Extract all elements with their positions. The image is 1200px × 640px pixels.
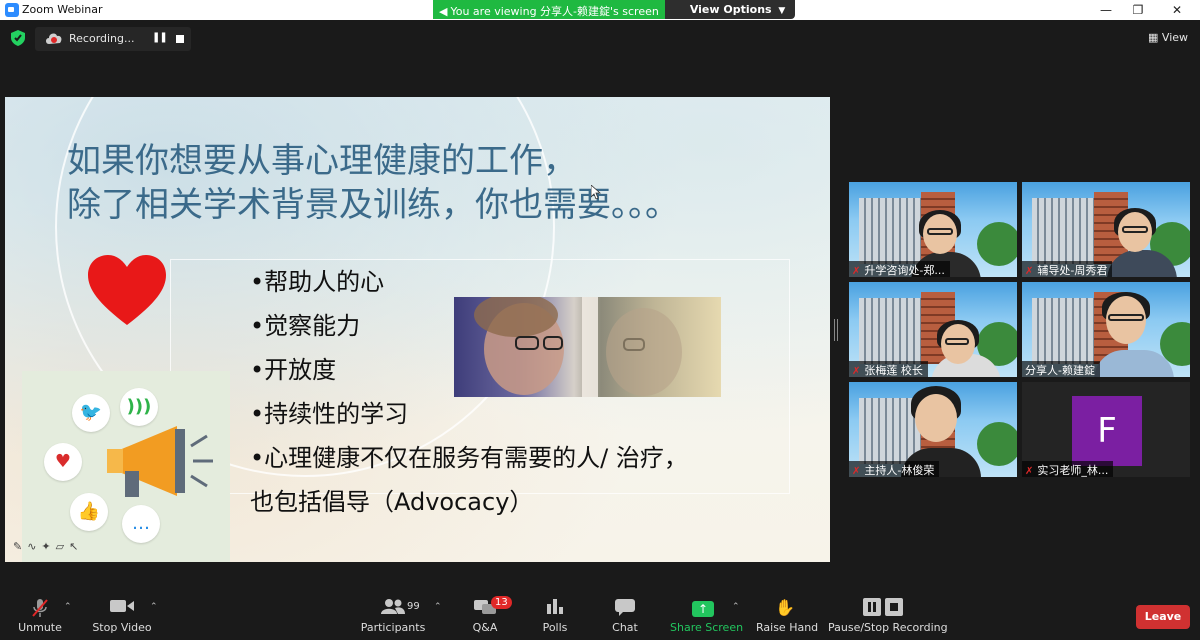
heart-icon: [88, 255, 166, 325]
meeting-controls-toolbar: Unmute ⌃ Stop Video ⌃ Participants 99 ⌃ …: [0, 592, 1200, 640]
stop-recording-icon[interactable]: [176, 35, 184, 43]
video-tile[interactable]: ✗ 主持人-林俊荣: [849, 382, 1017, 477]
polls-button[interactable]: Polls: [534, 592, 576, 640]
viewing-screen-text: You are viewing 分享人-赖建錠's screen: [450, 5, 659, 18]
window-title: Zoom Webinar: [22, 3, 103, 16]
polls-icon: [534, 592, 576, 618]
unmute-label: Unmute: [18, 621, 62, 634]
participant-name-tag: ✗ 主持人-林俊荣: [849, 461, 940, 477]
raise-hand-icon: ✋: [775, 598, 795, 617]
share-screen-label: Share Screen: [670, 621, 744, 634]
participant-name-tag: ✗ 张梅莲 校长: [849, 361, 928, 377]
stop-video-button[interactable]: Stop Video: [90, 592, 154, 640]
participant-avatar: F: [1072, 396, 1142, 466]
view-options-button[interactable]: View Options ▼: [664, 0, 796, 19]
share-screen-icon: ↑: [670, 592, 736, 618]
pause-stop-recording-label: Pause/Stop Recording: [828, 621, 948, 634]
video-tile[interactable]: ✗ 升学咨询处-郑...: [849, 182, 1017, 277]
view-layout-button[interactable]: ▦ View: [1148, 31, 1188, 44]
polls-label: Polls: [542, 621, 568, 634]
chat-label: Chat: [612, 621, 638, 634]
participant-name: 辅导处-周秀君: [1037, 264, 1108, 277]
social-media-graphic: 🐦 ))) ♥ 👍 …: [22, 371, 230, 562]
chat-icon: [604, 592, 646, 618]
video-gallery: ✗升学咨询处-郑... ✗辅导处-周秀君 ✗张梅莲 校长 分享人-赖建錠: [849, 182, 1191, 478]
audio-options-caret-icon[interactable]: ⌃: [64, 602, 72, 612]
grid-icon: ▦: [1148, 31, 1159, 44]
participants-label: Participants: [360, 621, 426, 634]
chat-button[interactable]: Chat: [604, 592, 646, 640]
chat-bubble-icon: …: [122, 505, 160, 543]
restore-button[interactable]: ❐: [1122, 0, 1154, 20]
heart-bubble-icon: ♥: [44, 443, 82, 481]
raise-hand-label: Raise Hand: [756, 621, 819, 634]
megaphone-icon: [107, 426, 213, 497]
bullet-item: •心理健康不仅在服务有需要的人/ 治疗，: [250, 444, 688, 472]
minimize-button[interactable]: —: [1090, 0, 1122, 20]
thumbs-up-icon: 👍: [70, 493, 108, 531]
speaker-icon: ◀: [439, 5, 448, 18]
participants-options-caret-icon[interactable]: ⌃: [434, 602, 442, 612]
stop-video-label: Stop Video: [92, 621, 152, 634]
bullet-item: 也包括倡导（Advocacy）: [250, 488, 534, 516]
participant-name-tag: ✗ 实习老师_林...: [1022, 461, 1114, 477]
shared-screen-slide: 如果你想要从事心理健康的工作， 除了相关学术背景及训练，你也需要。。。 •帮助人…: [5, 97, 830, 562]
recording-label: Recording...: [69, 32, 135, 45]
video-options-caret-icon[interactable]: ⌃: [150, 602, 158, 612]
muted-mic-icon: ✗: [852, 266, 861, 277]
muted-mic-icon: ✗: [1025, 266, 1034, 277]
slide-title-line-1: 如果你想要从事心理健康的工作，: [67, 141, 577, 181]
video-tile[interactable]: ✗ 张梅莲 校长: [849, 282, 1017, 377]
participants-button[interactable]: Participants: [360, 592, 426, 640]
leave-button[interactable]: Leave: [1136, 605, 1190, 629]
twitter-icon: 🐦: [72, 394, 110, 432]
video-tile-active-speaker[interactable]: 分享人-赖建錠: [1022, 282, 1190, 377]
reflection-photo: [454, 297, 721, 397]
participant-name: 分享人-赖建錠: [1025, 364, 1095, 377]
muted-mic-icon: ✗: [852, 366, 861, 377]
participant-name: 实习老师_林...: [1037, 464, 1109, 477]
pause-recording-icon[interactable]: ❚❚: [152, 32, 168, 43]
participants-count: 99: [407, 601, 420, 612]
cloud-recording-icon: [44, 31, 64, 49]
chevron-down-icon: ▼: [778, 6, 786, 16]
video-tile[interactable]: ✗ 辅导处-周秀君: [1022, 182, 1190, 277]
pause-stop-recording-button[interactable]: Pause/Stop Recording: [828, 592, 948, 640]
participant-name: 张梅莲 校长: [864, 364, 923, 377]
video-camera-icon: [90, 592, 154, 618]
view-options-label: View Options: [689, 3, 772, 16]
mouse-pointer-icon: [591, 185, 601, 199]
slide-title-line-2: 除了相关学术背景及训练，你也需要。。。: [67, 185, 679, 225]
slide-annotation-tools[interactable]: ✎∿✦▱↖: [13, 540, 83, 553]
security-shield-icon[interactable]: [11, 30, 25, 46]
participant-name-tag: ✗ 升学咨询处-郑...: [849, 261, 950, 277]
bullet-item: •持续性的学习: [250, 400, 409, 428]
qa-unread-badge: 13: [491, 596, 512, 609]
muted-mic-icon: ✗: [852, 466, 861, 477]
share-screen-button[interactable]: ↑ Share Screen: [670, 592, 744, 640]
share-banner: ◀ You are viewing 分享人-赖建錠's screen View O…: [433, 0, 796, 19]
zoom-window: Zoom Webinar — ❐ ✕ ◀ You are viewing 分享人-…: [0, 0, 1200, 640]
participant-name: 主持人-林俊荣: [864, 464, 935, 477]
viewing-screen-indicator: ◀ You are viewing 分享人-赖建錠's screen: [433, 0, 665, 19]
slide-title: 如果你想要从事心理健康的工作， 除了相关学术背景及训练，你也需要。。。: [67, 139, 817, 227]
raise-hand-button[interactable]: ✋ Raise Hand: [756, 592, 819, 640]
participant-name: 升学咨询处-郑...: [864, 264, 945, 277]
unmute-button[interactable]: Unmute: [12, 592, 68, 640]
participant-name-tag: 分享人-赖建錠: [1022, 361, 1100, 377]
recording-indicator: Recording... ❚❚: [35, 27, 191, 51]
view-label: View: [1161, 31, 1189, 44]
zoom-logo-icon: [5, 3, 19, 17]
pause-stop-recording-icon: [828, 592, 938, 618]
close-button[interactable]: ✕: [1161, 0, 1193, 20]
share-options-caret-icon[interactable]: ⌃: [732, 602, 740, 612]
muted-microphone-icon: [12, 592, 68, 618]
video-tile[interactable]: F ✗ 实习老师_林...: [1022, 382, 1190, 477]
muted-mic-icon: ✗: [1025, 466, 1034, 477]
qa-label: Q&A: [472, 621, 498, 634]
participant-name-tag: ✗ 辅导处-周秀君: [1022, 261, 1113, 277]
panel-resize-handle[interactable]: [834, 319, 838, 341]
